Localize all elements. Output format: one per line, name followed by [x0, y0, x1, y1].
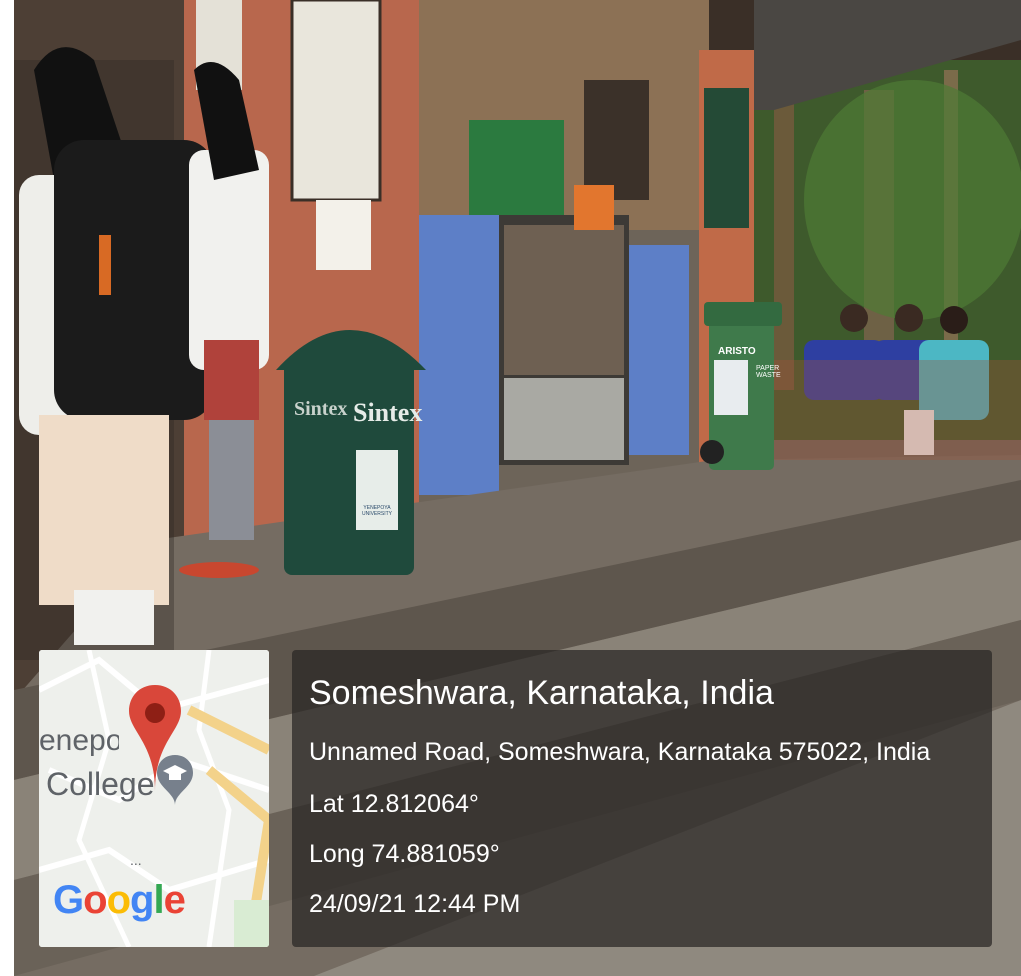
sintex-bin-label: Sintex — [353, 398, 423, 427]
latitude-value: Lat 12.812064° — [309, 790, 479, 818]
location-title: Someshwara, Karnataka, India — [309, 674, 774, 712]
graduation-cap-icon — [157, 755, 193, 805]
timestamp: 24/09/21 12:44 PM — [309, 890, 521, 918]
sintex-bin-side-label: Sintex — [294, 398, 348, 420]
google-logo: Google — [53, 878, 186, 922]
map-more-indicator: ... — [130, 852, 142, 868]
longitude-value: Long 74.881059° — [309, 840, 500, 868]
aristo-bin-label: ARISTO — [718, 346, 756, 357]
bin-university-logo: YENEPOYA UNIVERSITY — [361, 505, 392, 517]
map-place-label-top: enepoya — [39, 724, 119, 757]
location-address: Unnamed Road, Someshwara, Karnataka 5750… — [309, 738, 931, 766]
location-info-card: Someshwara, Karnataka, India Unnamed Roa… — [292, 650, 992, 947]
paper-waste-label: PAPER WASTE — [756, 365, 781, 379]
